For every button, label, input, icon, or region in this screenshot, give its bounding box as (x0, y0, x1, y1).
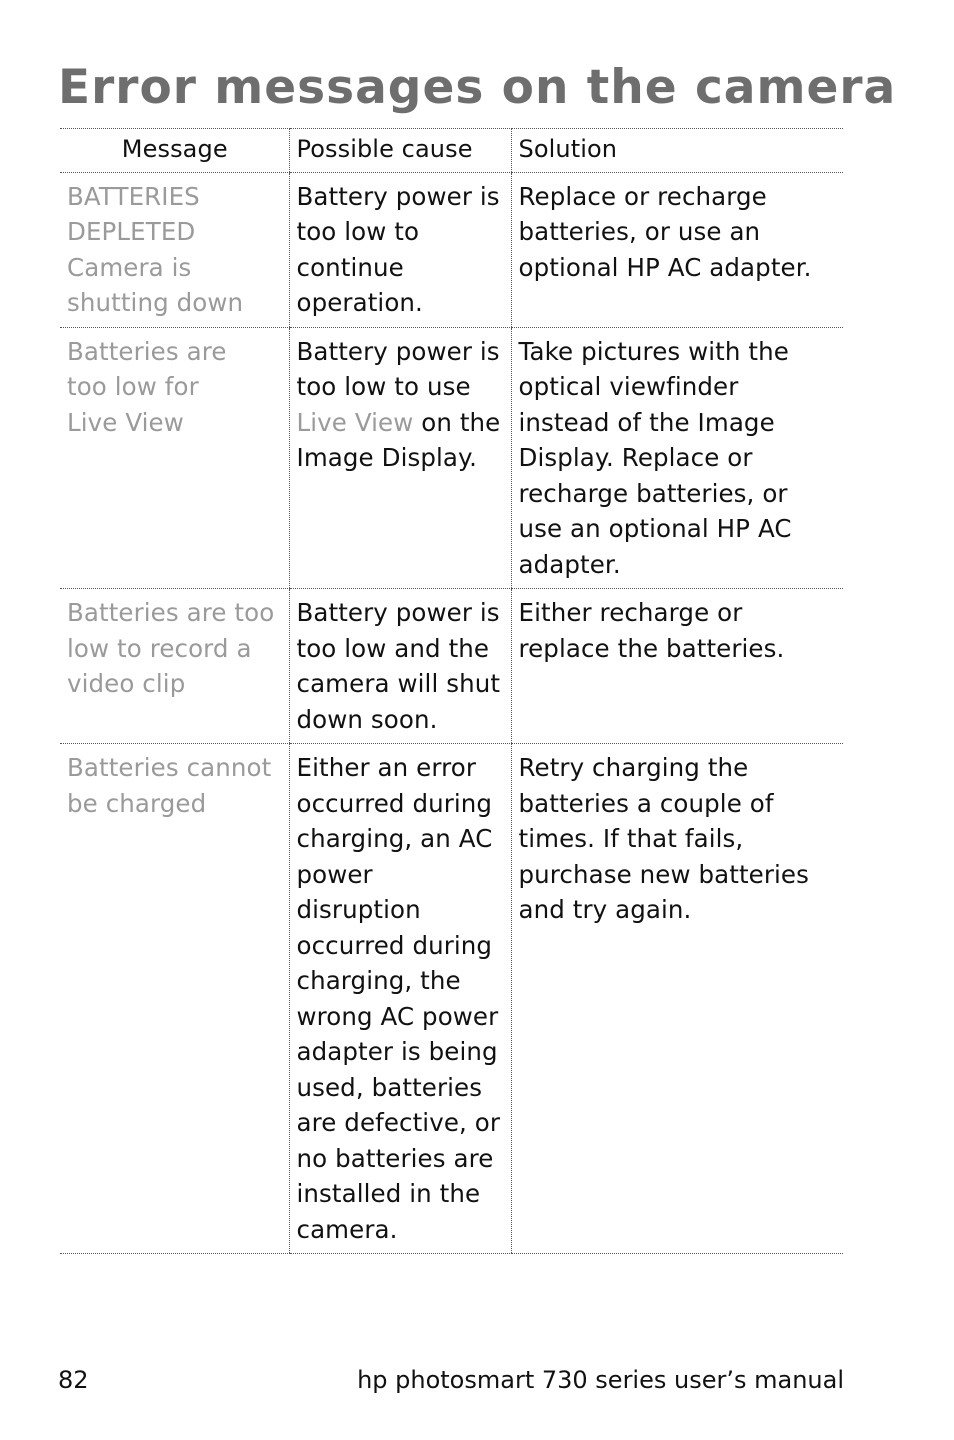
possible-cause-cell: Battery power is too low to use Live Vie… (288, 326, 511, 589)
column-header-solution: Solution (510, 128, 843, 173)
message-line: DEPLETED (67, 217, 196, 246)
solution-cell: Either recharge or replace the batteries… (510, 588, 843, 744)
error-messages-table: Message Possible cause Solution BATTERIE… (60, 128, 843, 1254)
table-row: Batteries are too low to record a video … (60, 588, 843, 744)
message-line: be charged (67, 788, 207, 818)
message-line: Camera is (67, 252, 192, 282)
message-line: Batteries cannot (67, 753, 272, 782)
table-header-row: Message Possible cause Solution (60, 128, 843, 173)
page-number: 82 (58, 1366, 89, 1394)
possible-cause-cell: Either an error occurred during charging… (288, 743, 511, 1254)
solution-cell: Retry charging the batteries a couple of… (510, 743, 843, 1254)
column-header-message: Message (60, 128, 289, 173)
message-line: shutting down (67, 288, 244, 317)
message-line: Live View (67, 407, 184, 437)
solution-cell: Replace or recharge batteries, or use an… (510, 171, 843, 328)
error-message-cell: Batteries are too low to record a video … (60, 588, 289, 744)
table-row: Batteries are too low for Live View Batt… (60, 326, 843, 589)
column-header-possible-cause: Possible cause (288, 128, 511, 173)
error-message-cell: Batteries cannot be charged (60, 743, 289, 1254)
possible-cause-cell: Battery power is too low to continue ope… (288, 171, 511, 328)
message-line: BATTERIES (67, 181, 200, 211)
error-message-cell: Batteries are too low for Live View (60, 326, 289, 589)
cause-text: Battery power is too low to use (296, 336, 500, 402)
message-line: too low for (67, 372, 199, 401)
manual-title: hp photosmart 730 series user’s manual (357, 1366, 844, 1394)
table-row: Batteries cannot be charged Either an er… (60, 743, 843, 1254)
message-line: Batteries are (67, 336, 227, 366)
possible-cause-cell: Battery power is too low and the camera … (288, 588, 511, 744)
message-line: video clip (67, 669, 186, 698)
live-view-term: Live View (296, 407, 414, 437)
error-message-cell: BATTERIES DEPLETED Camera is shutting do… (60, 171, 289, 328)
table-row: BATTERIES DEPLETED Camera is shutting do… (60, 171, 843, 328)
solution-cell: Take pictures with the optical viewfinde… (510, 326, 843, 589)
page-title: Error messages on the camera (58, 60, 897, 115)
message-line: low to record a (67, 633, 252, 663)
message-line: Batteries are too (67, 598, 275, 627)
